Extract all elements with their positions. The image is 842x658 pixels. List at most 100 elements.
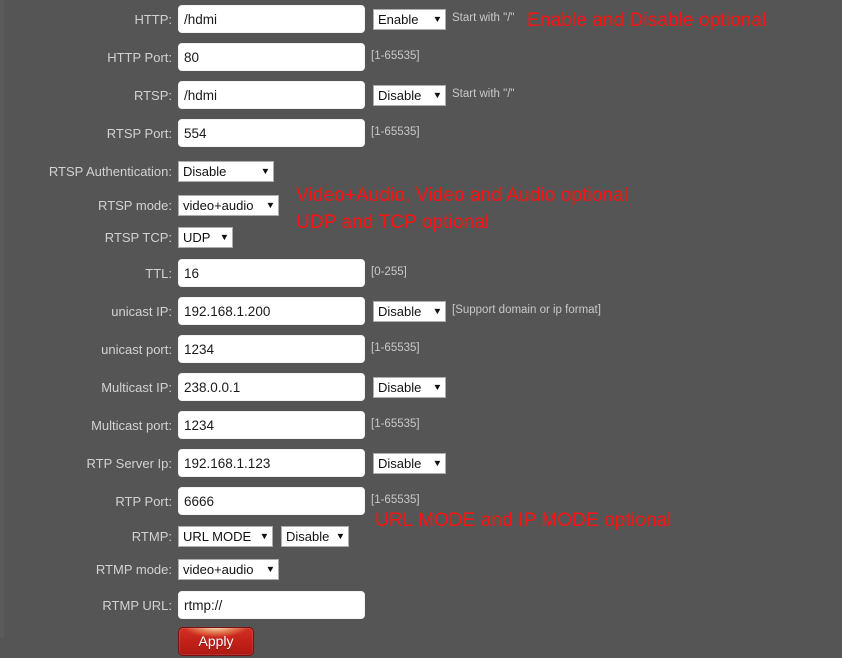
- field-rtmp-url: [178, 591, 365, 619]
- field-rtmp: URL MODE ▼ Disable ▼: [178, 525, 349, 547]
- field-http-port: [1-65535]: [178, 43, 420, 71]
- field-multicast-port: [1-65535]: [178, 411, 420, 439]
- hint-http-port: [1-65535]: [371, 50, 420, 63]
- annotation-rtmp-mode: URL MODE and IP MODE optional: [375, 510, 672, 531]
- chevron-down-icon: ▼: [432, 89, 443, 100]
- label-unicast-ip: unicast IP:: [111, 303, 172, 319]
- hint-rtsp: Start with "/": [452, 88, 515, 101]
- hint-ttl: [0-255]: [371, 266, 407, 279]
- chevron-down-icon: ▼: [260, 165, 271, 176]
- rtmp-mode-select[interactable]: video+audio ▼: [178, 558, 279, 580]
- annotation-rtsp-tcp: UDP and TCP optional: [296, 212, 490, 233]
- annotation-rtsp-mode: Video+Audio, Video and Audio optional: [296, 185, 629, 206]
- field-multicast-ip: Disable ▼: [178, 373, 446, 401]
- hint-multicast-port: [1-65535]: [371, 418, 420, 431]
- http-port-input[interactable]: [178, 43, 365, 71]
- field-rtsp-mode: video+audio ▼: [178, 194, 279, 216]
- form-row-multicast-port: Multicast port: [1-65535]: [0, 406, 842, 444]
- label-ttl: TTL:: [145, 265, 172, 281]
- stream-settings-form: HTTP: Enable ▼ Start with "/" HTTP Port:…: [0, 0, 842, 658]
- label-multicast-ip: Multicast IP:: [101, 379, 172, 395]
- rtsp-authentication-select-value: Disable: [183, 163, 227, 179]
- form-row-rtp-server-ip: RTP Server Ip: Disable ▼: [0, 444, 842, 482]
- form-row-http-port: HTTP Port: [1-65535]: [0, 38, 842, 76]
- field-http: Enable ▼ Start with "/": [178, 5, 515, 33]
- field-rtsp: Disable ▼ Start with "/": [178, 81, 515, 109]
- rtsp-port-input[interactable]: [178, 119, 365, 147]
- label-http: HTTP:: [134, 11, 172, 27]
- label-rtsp-port: RTSP Port:: [106, 125, 172, 141]
- field-rtmp-mode: video+audio ▼: [178, 558, 279, 580]
- chevron-down-icon: ▼: [265, 563, 276, 574]
- form-row-apply: Apply: [0, 624, 842, 658]
- unicast-ip-input[interactable]: [178, 297, 365, 325]
- form-row-unicast-ip: unicast IP: Disable ▼ [Support domain or…: [0, 292, 842, 330]
- ttl-input[interactable]: [178, 259, 365, 287]
- rtp-server-ip-input[interactable]: [178, 449, 365, 477]
- hint-rtsp-port: [1-65535]: [371, 126, 420, 139]
- form-row-unicast-port: unicast port: [1-65535]: [0, 330, 842, 368]
- chevron-down-icon: ▼: [432, 381, 443, 392]
- rtsp-enable-select[interactable]: Disable ▼: [373, 84, 446, 106]
- form-row-multicast-ip: Multicast IP: Disable ▼: [0, 368, 842, 406]
- label-rtmp-url: RTMP URL:: [102, 597, 172, 613]
- field-ttl: [0-255]: [178, 259, 407, 287]
- http-enable-select[interactable]: Enable ▼: [373, 8, 446, 30]
- hint-unicast-port: [1-65535]: [371, 342, 420, 355]
- rtmp-mode-select-value: video+audio: [183, 561, 254, 577]
- chevron-down-icon: ▼: [219, 231, 230, 242]
- field-unicast-ip: Disable ▼ [Support domain or ip format]: [178, 297, 601, 325]
- rtmp-enable-select[interactable]: Disable ▼: [281, 525, 349, 547]
- field-apply: Apply: [178, 626, 254, 656]
- unicast-port-input[interactable]: [178, 335, 365, 363]
- chevron-down-icon: ▼: [432, 305, 443, 316]
- rtsp-path-input[interactable]: [178, 81, 365, 109]
- field-rtsp-tcp: UDP ▼: [178, 226, 233, 248]
- rtsp-mode-select-value: video+audio: [183, 197, 254, 213]
- rtp-server-ip-enable-select-value: Disable: [378, 455, 422, 471]
- rtsp-tcp-select[interactable]: UDP ▼: [178, 226, 233, 248]
- label-rtmp: RTMP:: [131, 528, 172, 544]
- field-rtsp-port: [1-65535]: [178, 119, 420, 147]
- hint-http: Start with "/": [452, 12, 515, 25]
- label-unicast-port: unicast port:: [101, 341, 172, 357]
- rtsp-authentication-select[interactable]: Disable ▼: [178, 160, 274, 182]
- multicast-port-input[interactable]: [178, 411, 365, 439]
- rtsp-enable-select-value: Disable: [378, 87, 422, 103]
- multicast-ip-enable-select[interactable]: Disable ▼: [373, 376, 446, 398]
- http-path-input[interactable]: [178, 5, 365, 33]
- apply-button[interactable]: Apply: [178, 626, 254, 656]
- form-row-rtsp: RTSP: Disable ▼ Start with "/": [0, 76, 842, 114]
- label-http-port: HTTP Port:: [107, 49, 172, 65]
- chevron-down-icon: ▼: [432, 457, 443, 468]
- rtsp-mode-select[interactable]: video+audio ▼: [178, 194, 279, 216]
- chevron-down-icon: ▼: [335, 530, 346, 541]
- form-row-rtmp-mode: RTMP mode: video+audio ▼: [0, 552, 842, 586]
- label-rtmp-mode: RTMP mode:: [95, 561, 172, 577]
- http-enable-select-value: Enable: [378, 11, 419, 27]
- label-rtsp: RTSP:: [133, 87, 172, 103]
- unicast-ip-enable-select[interactable]: Disable ▼: [373, 300, 446, 322]
- field-rtsp-authentication: Disable ▼: [178, 160, 274, 182]
- unicast-ip-enable-select-value: Disable: [378, 303, 422, 319]
- label-rtsp-tcp: RTSP TCP:: [104, 229, 172, 245]
- form-row-ttl: TTL: [0-255]: [0, 254, 842, 292]
- form-row-rtsp-port: RTSP Port: [1-65535]: [0, 114, 842, 152]
- rtmp-url-mode-select-value: URL MODE: [183, 528, 252, 544]
- label-rtp-server-ip: RTP Server Ip:: [86, 455, 173, 471]
- field-unicast-port: [1-65535]: [178, 335, 420, 363]
- hint-unicast-ip: [Support domain or ip format]: [452, 304, 601, 317]
- rtmp-enable-select-value: Disable: [286, 528, 330, 544]
- rtp-port-input[interactable]: [178, 487, 365, 515]
- chevron-down-icon: ▼: [259, 530, 270, 541]
- rtmp-url-mode-select[interactable]: URL MODE ▼: [178, 525, 273, 547]
- multicast-ip-input[interactable]: [178, 373, 365, 401]
- multicast-ip-enable-select-value: Disable: [378, 379, 422, 395]
- hint-rtp-port: [1-65535]: [371, 494, 420, 507]
- rtsp-tcp-select-value: UDP: [183, 229, 211, 245]
- rtmp-url-input[interactable]: [178, 591, 365, 619]
- chevron-down-icon: ▼: [265, 199, 276, 210]
- annotation-enable-disable: Enable and Disable optional: [527, 10, 767, 31]
- field-rtp-server-ip: Disable ▼: [178, 449, 446, 477]
- rtp-server-ip-enable-select[interactable]: Disable ▼: [373, 452, 446, 474]
